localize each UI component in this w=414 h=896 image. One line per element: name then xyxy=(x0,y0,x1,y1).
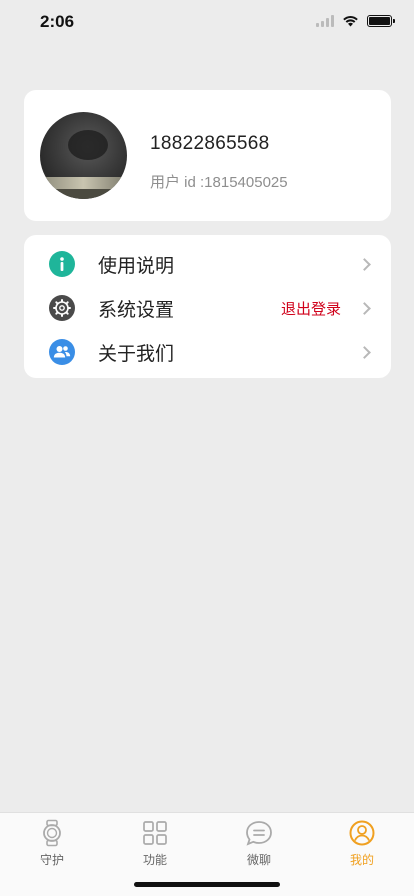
avatar[interactable] xyxy=(40,112,127,199)
status-time: 2:06 xyxy=(40,12,75,31)
wifi-icon xyxy=(343,16,358,27)
tab-label: 微聊 xyxy=(246,853,271,867)
battery-icon xyxy=(367,15,395,27)
chevron-right-icon xyxy=(358,257,371,271)
cellular-signal-icon xyxy=(316,15,334,27)
tab-functions[interactable]: 功能 xyxy=(125,817,185,871)
gear-icon xyxy=(49,295,75,321)
tab-label: 功能 xyxy=(142,853,167,867)
chevron-right-icon xyxy=(358,345,371,359)
watch-icon xyxy=(38,819,66,847)
logout-link[interactable]: 退出登录 xyxy=(281,298,341,319)
info-icon xyxy=(49,251,75,277)
tab-mine[interactable]: 我的 xyxy=(332,817,392,871)
home-indicator xyxy=(134,882,280,887)
status-bar: 2:06 xyxy=(0,0,414,44)
status-icons xyxy=(316,15,395,27)
menu-item-settings[interactable]: 系统设置 退出登录 xyxy=(24,286,391,330)
profile-card[interactable]: 18822865568 用户 id :1815405025 xyxy=(24,90,391,221)
menu-item-about[interactable]: 关于我们 xyxy=(24,330,391,374)
profile-icon xyxy=(348,819,376,847)
tab-guard[interactable]: 守护 xyxy=(22,817,82,871)
tab-label: 我的 xyxy=(349,853,374,867)
settings-menu: 使用说明 系统设置 退出登录 关于我们 xyxy=(24,235,391,378)
chevron-right-icon xyxy=(358,301,371,315)
user-id: 用户 id :1815405025 xyxy=(150,174,288,191)
menu-item-instructions[interactable]: 使用说明 xyxy=(24,242,391,286)
menu-item-label: 使用说明 xyxy=(98,254,175,277)
tab-label: 守护 xyxy=(39,853,64,867)
menu-item-label: 系统设置 xyxy=(98,298,175,321)
grid-icon xyxy=(141,819,169,847)
tab-chat[interactable]: 微聊 xyxy=(229,817,289,871)
menu-item-label: 关于我们 xyxy=(98,342,175,365)
users-icon xyxy=(49,339,75,365)
phone-number: 18822865568 xyxy=(150,133,270,154)
chat-icon xyxy=(245,819,273,847)
